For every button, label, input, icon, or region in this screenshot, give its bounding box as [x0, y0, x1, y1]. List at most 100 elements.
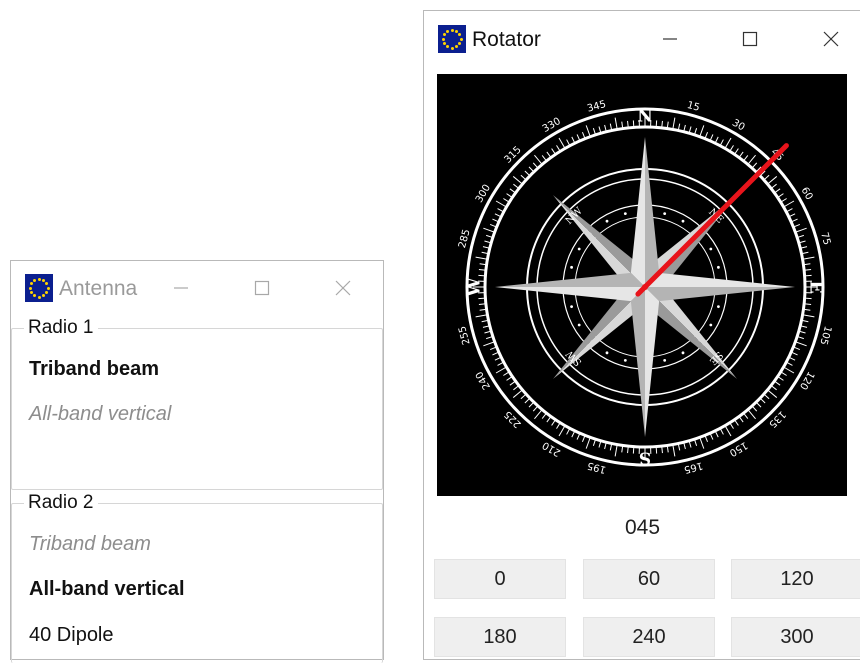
scale-tick [700, 125, 704, 136]
radio-2-label: Radio 2 [24, 492, 98, 514]
inner-dot [717, 266, 720, 269]
scale-tick [744, 155, 748, 161]
scale-tick [547, 416, 551, 422]
scale-tick [768, 176, 777, 184]
antenna-window: Antenna Radio 1 Triband beam All-band ve… [10, 260, 384, 660]
preset-button-120[interactable]: 120 [731, 559, 860, 599]
scale-tick [774, 381, 780, 385]
scale-tick [513, 176, 522, 184]
scale-tick [496, 201, 506, 207]
scale-tick [739, 416, 743, 422]
scale-tick [559, 426, 565, 436]
inner-dot [570, 305, 573, 308]
scale-tick [542, 155, 546, 161]
scale-tick [673, 445, 675, 457]
maximize-icon[interactable] [242, 273, 282, 303]
scale-tick [700, 437, 704, 448]
preset-button-0[interactable]: 0 [434, 559, 566, 599]
scale-tick [720, 428, 723, 434]
radio-2-option-40-dipole[interactable]: 40 Dipole [29, 624, 114, 647]
scale-tick [495, 214, 501, 217]
degree-label-135: 135 [766, 408, 787, 429]
scale-tick [495, 357, 501, 360]
scale-tick [476, 315, 488, 317]
scale-tick [513, 390, 522, 398]
scale-tick [572, 137, 575, 143]
degree-label-75: 75 [818, 231, 832, 246]
scale-tick [752, 406, 757, 411]
scale-tick [552, 420, 556, 426]
scale-tick [730, 145, 734, 151]
preset-button-240[interactable]: 240 [583, 617, 715, 657]
scale-tick [734, 420, 738, 426]
scale-tick [715, 431, 718, 437]
inner-dot [570, 266, 573, 269]
scale-tick [557, 423, 561, 429]
scale-tick [525, 398, 530, 403]
scale-tick [764, 175, 769, 180]
antenna-titlebar[interactable]: Antenna [11, 261, 383, 317]
scale-tick [752, 163, 757, 168]
rose-point-cardinal [645, 273, 795, 287]
scale-tick [786, 209, 792, 212]
maximize-icon[interactable] [730, 24, 770, 54]
radio-2-option-all-band-vertical[interactable]: All-band vertical [29, 578, 185, 601]
scale-tick [503, 372, 509, 376]
radio-1-group: Radio 1 Triband beam All-band vertical [11, 328, 383, 490]
scale-tick [521, 394, 526, 399]
scale-tick [760, 398, 765, 403]
compass-dial[interactable]: 1530456075105120135150165195210225240255… [437, 74, 847, 496]
scale-tick [786, 362, 792, 365]
close-icon[interactable] [323, 273, 363, 303]
compass-rose: 1530456075105120135150165195210225240255… [437, 74, 847, 496]
preset-button-60[interactable]: 60 [583, 559, 715, 599]
heading-readout: 045 [424, 516, 860, 540]
scale-tick [768, 390, 777, 398]
inner-dot [682, 351, 685, 354]
scale-tick [781, 372, 787, 376]
rotator-window: Rotator 15304560751051201351501651952102… [423, 10, 860, 660]
scale-tick [730, 423, 734, 429]
radio-1-option-all-band-vertical[interactable]: All-band vertical [29, 403, 171, 426]
scale-tick [483, 342, 494, 346]
scale-tick [774, 189, 780, 193]
preset-button-300[interactable]: 300 [731, 617, 860, 657]
scale-tick [771, 386, 777, 390]
scale-tick [498, 209, 504, 212]
inner-dot [717, 305, 720, 308]
scale-tick [529, 402, 534, 407]
radio-2-option-triband-beam[interactable]: Triband beam [29, 533, 151, 556]
scale-tick [784, 201, 794, 207]
scale-tick [725, 426, 731, 436]
rose-point-cardinal [645, 287, 659, 437]
minimize-icon[interactable] [161, 273, 201, 303]
scale-tick [789, 357, 795, 360]
minimize-icon[interactable] [650, 24, 690, 54]
rotator-titlebar[interactable]: Rotator [424, 11, 860, 67]
scale-tick [744, 413, 748, 419]
scale-tick [795, 228, 806, 232]
preset-button-180[interactable]: 180 [434, 617, 566, 657]
scale-tick [586, 437, 590, 448]
scale-tick [510, 381, 516, 385]
inner-dot [578, 324, 581, 327]
scale-tick [529, 167, 534, 172]
scale-tick [764, 394, 769, 399]
inner-dot [663, 359, 666, 362]
scale-tick [789, 214, 795, 217]
scale-tick [673, 118, 675, 130]
scale-tick [552, 149, 556, 155]
scale-tick [567, 428, 570, 434]
scale-tick [507, 194, 513, 198]
pointer-hub [642, 284, 648, 290]
scale-tick [510, 189, 516, 193]
radio-1-option-triband-beam[interactable]: Triband beam [29, 358, 159, 381]
scale-tick [476, 257, 488, 259]
inner-dot [578, 248, 581, 251]
scale-tick [739, 152, 743, 158]
close-icon[interactable] [811, 24, 851, 54]
scale-tick [534, 155, 542, 164]
scale-tick [559, 138, 565, 148]
inner-dot [709, 248, 712, 251]
scale-tick [572, 431, 575, 437]
